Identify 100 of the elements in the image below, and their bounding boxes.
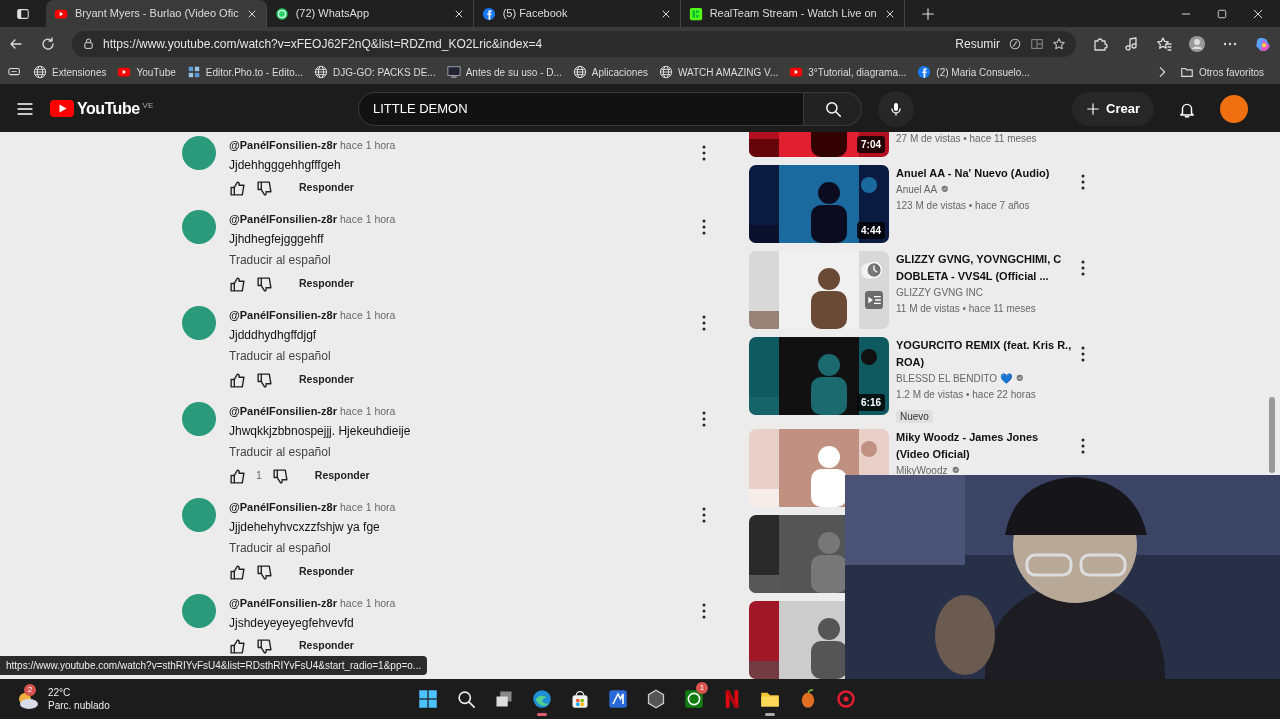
scrollbar-thumb[interactable] (1269, 397, 1275, 473)
star-icon[interactable] (1052, 36, 1066, 51)
thumb-up-icon[interactable] (229, 371, 246, 389)
play-icon (789, 65, 804, 79)
comment-author[interactable]: @PanélFonsilien-z8r hace 1 hora (229, 306, 689, 325)
avatar[interactable] (182, 306, 216, 340)
more-options-icon[interactable] (702, 602, 706, 619)
link-preview-url: https://www.youtube.com/watch?v=sthRIYvFsU4&list=RDsthRIYvFsU4&start_radio=1&pp=o... (0, 656, 428, 675)
more-options-icon[interactable] (1081, 259, 1085, 276)
video-title[interactable]: Miky Woodz - James Jones (Video Oficial) (896, 429, 1074, 463)
reply-button[interactable]: Responder (299, 180, 354, 196)
video-title[interactable]: GLIZZY GVNG, YOVNGCHIMI, C DOBLETA - VVS4L (Official ... (896, 251, 1074, 285)
refresh-icon[interactable] (40, 35, 56, 52)
globe-icon (572, 65, 587, 79)
thumb-down-icon[interactable] (256, 179, 273, 197)
avatar[interactable] (182, 498, 216, 532)
split-screen-icon[interactable] (1030, 36, 1044, 51)
channel-name[interactable]: BLESSD EL BENDITO 💙 (896, 371, 1012, 387)
favorites-icon[interactable] (1156, 35, 1172, 52)
search-field[interactable]: LITTLE DEMON (358, 92, 804, 126)
bookmark[interactable]: DJG-GO: PACKS DE... (314, 64, 436, 80)
more-options-icon[interactable] (702, 410, 706, 427)
comment-author[interactable]: @PanélFonsilien-z8r hace 1 hora (229, 136, 689, 155)
queue-icon[interactable] (865, 290, 883, 309)
globe-icon (33, 65, 47, 79)
comment-text: Jjshdeyeyeyegfehvevfd (229, 615, 355, 632)
reply-button[interactable]: Responder (314, 468, 370, 484)
channel-name[interactable]: GLIZZY GVNG INC (896, 285, 984, 301)
more-options-icon[interactable] (702, 144, 706, 161)
weather-condition: Parc. nublado (48, 699, 110, 712)
channel-name[interactable]: MikyWoodz (896, 463, 948, 479)
reply-button[interactable]: Responder (299, 276, 354, 292)
comment-author[interactable]: @PanélFonsilien-z8r hace 1 hora (229, 402, 689, 421)
avatar[interactable] (1220, 95, 1248, 123)
tab-actions-icon[interactable] (16, 6, 30, 21)
channel-name[interactable]: Anuel AA (896, 182, 938, 198)
maximize-icon[interactable] (1216, 7, 1228, 20)
thumb-down-icon[interactable] (271, 467, 289, 485)
translate-link[interactable]: Traducir al español (229, 541, 331, 555)
more-options-icon[interactable] (1081, 345, 1085, 362)
bookmark[interactable]: Editor.Pho.to - Edito... (186, 64, 304, 80)
bookmark[interactable]: Antes de su uso - D... (446, 64, 562, 80)
url-text: https://www.youtube.com/watch?v=xFEOJ62F2nQ&list=RDZmd_KO2Lric&index=4 (103, 35, 544, 53)
menu-icon[interactable] (16, 100, 34, 118)
verified-icon (951, 466, 962, 476)
reply-button[interactable]: Responder (299, 564, 354, 580)
profile-icon[interactable] (1188, 34, 1206, 53)
translate-link[interactable]: Traducir al español (229, 445, 331, 459)
more-options-icon[interactable] (702, 218, 706, 235)
puzzle-icon[interactable] (1092, 35, 1108, 52)
notification-badge: 1 (696, 682, 708, 694)
thumb-down-icon[interactable] (256, 563, 273, 581)
comment-author[interactable]: @PanélFonsilien-z8r hace 1 hora (229, 594, 689, 613)
microphone-button[interactable] (878, 91, 914, 127)
bookmark[interactable]: 3°Tutorial, diagrama... (789, 64, 907, 80)
avatar[interactable] (182, 402, 216, 436)
more-options-icon[interactable] (1081, 173, 1085, 190)
thumb-up-icon[interactable] (229, 275, 246, 293)
clock-icon[interactable] (865, 260, 883, 279)
new-badge: Nuevo (896, 410, 933, 423)
avatar[interactable] (182, 594, 216, 628)
bookmark[interactable]: Extensiones (33, 64, 107, 80)
bookmark[interactable]: WATCH AMAZING V... (659, 64, 779, 80)
summarize-button[interactable]: Resumir (955, 34, 1000, 53)
search-button[interactable] (804, 92, 862, 126)
thumb-up-icon[interactable] (229, 637, 246, 655)
video-stats: 1.2 M de vistas • hace 22 horas (896, 388, 1037, 402)
k-logo-icon (688, 6, 703, 21)
bookmark[interactable]: (2) Maria Consuelo... (917, 64, 1030, 80)
comment-author[interactable]: @PanélFonsilien-z8r hace 1 hora (229, 498, 689, 517)
music-note-icon[interactable] (1124, 35, 1140, 52)
video-title[interactable]: YOGURCITO REMIX (feat. Kris R., ROA) (896, 337, 1074, 371)
comment-author[interactable]: @PanélFonsilien-z8r hace 1 hora (229, 210, 689, 229)
translate-link[interactable]: Traducir al español (229, 253, 331, 267)
reply-button[interactable]: Responder (299, 372, 354, 388)
translate-link[interactable]: Traducir al español (229, 349, 331, 363)
new-tab-icon[interactable] (920, 6, 935, 21)
bookmark-folder[interactable]: Otros favoritos (1179, 64, 1272, 80)
browser-tab[interactable]: Bryant Myers - Burlao (Video Ofic (46, 0, 267, 27)
video-title[interactable]: Anuel AA - Na' Nuevo (Audio) (896, 165, 1074, 182)
address-bar[interactable]: https://www.youtube.com/watch?v=xFEOJ62F2nQ&list=RDZmd_KO2Lric&index=4 Resumir (72, 30, 1076, 57)
bookmark[interactable]: Aplicaciones (572, 64, 648, 80)
folder-icon (1179, 65, 1194, 79)
thumb-down-icon[interactable] (256, 371, 273, 389)
thumb-up-icon[interactable] (229, 179, 246, 197)
thumb-up-icon[interactable] (229, 467, 246, 485)
reply-button[interactable]: Responder (299, 638, 354, 654)
thumb-down-icon[interactable] (256, 637, 273, 655)
avatar[interactable] (182, 210, 216, 244)
more-options-icon[interactable] (702, 506, 706, 523)
create-button[interactable]: Crear (1072, 92, 1154, 126)
more-options-icon[interactable] (702, 314, 706, 331)
thumb-up-icon[interactable] (229, 563, 246, 581)
thumb-down-icon[interactable] (256, 275, 273, 293)
bookmark[interactable]: YouTube (117, 64, 176, 80)
close-icon[interactable] (1252, 7, 1264, 20)
notification-badge: 2 (24, 684, 36, 696)
avatar[interactable] (182, 136, 216, 170)
more-options-icon[interactable] (1081, 437, 1085, 454)
taskbar-app[interactable]: 1 (677, 681, 711, 717)
